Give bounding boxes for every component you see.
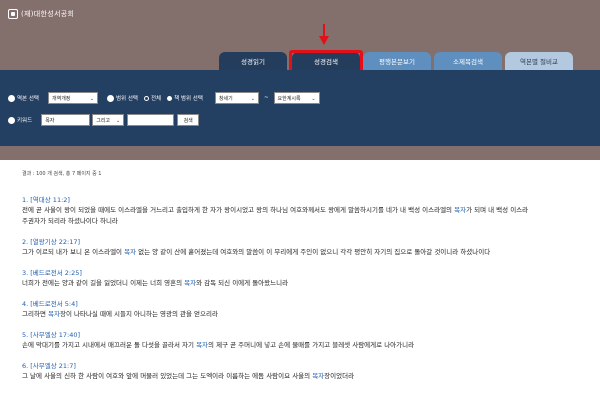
search-button[interactable]: 검색 (177, 114, 200, 126)
radio-book-range[interactable] (167, 95, 173, 101)
chevron-down-icon: ⌄ (311, 96, 316, 102)
result-verse-text: 손에 막대기를 가지고 시내에서 매끄러운 돌 다섯을 골라서 자기 목자의 제… (22, 340, 600, 351)
result-spacer (22, 351, 600, 359)
chevron-down-icon: ⌄ (115, 118, 121, 124)
range-to-value: 요한계시록 (277, 95, 301, 102)
verse-segment: 와 감독 되신 이에게 돌아왔느니라 (196, 279, 289, 287)
verse-segment: 장이 나타나실 때에 시들지 아니하는 영광의 관을 얻으리라 (59, 310, 218, 318)
result-spacer (22, 320, 600, 328)
result-spacer (22, 289, 600, 297)
version-value: 개역개정 (52, 95, 71, 102)
keyword-input-1[interactable]: 목자 (41, 114, 91, 126)
keyword-input-2[interactable] (127, 114, 175, 126)
verse-segment: 주권자가 되리라 하셨나이다 하니라 (22, 217, 118, 225)
operator-select[interactable]: 그리고 ⌄ (92, 114, 125, 126)
range-part-label: 책 범위 선택 (174, 96, 203, 102)
result-verse-text: 주권자가 되리라 하셨나이다 하니라 (22, 216, 600, 227)
result-reference-link[interactable]: 6. [사무엘상 21:7] (22, 359, 600, 371)
range-to-select[interactable]: 요한계시록 ⌄ (273, 92, 320, 104)
result-spacer (22, 382, 600, 390)
result-reference-link[interactable]: 1. [역대상 11:2] (22, 193, 600, 205)
result-reference-link[interactable]: 5. [사무엘상 17:40] (22, 328, 600, 340)
version-label: 역본 선택 (17, 96, 39, 102)
result-verse-text: 그리하면 목자장이 나타나실 때에 시들지 아니하는 영광의 관을 얻으리라 (22, 309, 600, 320)
logo-icon (8, 9, 18, 19)
result-spacer (22, 258, 600, 266)
search-panel: 역본 선택 개역개정 ⌄ 범위 선택 전체 책 범위 선택 창세기 ⌄ ~ 요한… (0, 70, 600, 146)
keyword-highlight[interactable]: 목자 (454, 206, 466, 214)
keyword-label: 키워드 (17, 118, 33, 124)
red-arrow-annotation (319, 24, 329, 46)
verse-segment: 전에 곧 사울이 왕이 되었을 때에도 이스라엘을 거느리고 출입하게 한 자가… (22, 206, 455, 214)
verse-segment: 없는 양 같이 산에 흩어졌는데 여호와의 말씀이 이 무리에게 주인이 없으니… (136, 248, 491, 256)
search-row-version-range: 역본 선택 개역개정 ⌄ 범위 선택 전체 책 범위 선택 창세기 ⌄ ~ 요한… (0, 91, 320, 105)
bullet-icon (8, 116, 15, 124)
verse-segment: 그리하면 (22, 310, 48, 318)
chevron-down-icon: ⌄ (89, 96, 94, 102)
verse-segment: 손에 막대기를 가지고 시내에서 매끄러운 돌 다섯을 골라서 자기 (22, 341, 197, 349)
keyword-highlight[interactable]: 목자 (196, 341, 208, 349)
keyword-highlight[interactable]: 목자 (124, 248, 136, 256)
result-verse-text: 너희가 전에는 양과 같이 길을 잃었더니 이제는 너희 영혼의 목자와 감독 … (22, 278, 600, 289)
keyword-highlight[interactable]: 목자 (312, 372, 324, 380)
site-header: (재)대한성서공회 성경읽기 성경검색 평행본문보기 소제목검색 역본별 절비교 (0, 0, 600, 73)
verse-segment: 그 날에 사울의 신하 한 사람이 여호와 앞에 머물러 있었는데 그는 도엑이… (22, 372, 313, 380)
keyword-highlight[interactable]: 목자 (48, 310, 60, 318)
version-select[interactable]: 개역개정 ⌄ (48, 92, 98, 104)
verse-segment: 장이었더라 (324, 372, 355, 380)
range-all-label: 전체 (151, 96, 162, 102)
tab-parallel-passages[interactable]: 평행본문보기 (363, 52, 431, 70)
result-spacer (22, 227, 600, 235)
range-separator: ~ (263, 95, 269, 101)
range-from-value: 창세기 (218, 95, 233, 102)
result-reference-link[interactable]: 2. [열왕기상 22:17] (22, 235, 600, 247)
radio-all[interactable] (144, 95, 149, 101)
chevron-down-icon: ⌄ (250, 96, 255, 102)
search-row-keyword: 키워드 목자 그리고 ⌄ 검색 (0, 113, 200, 127)
org-name: (재)대한성서공회 (21, 10, 75, 18)
bullet-icon (8, 94, 15, 102)
result-verse-text: 그가 이르되 내가 보니 온 이스라엘이 목자 없는 양 같이 산에 흩어졌는데… (22, 247, 600, 258)
verse-segment: 가 되며 내 백성 이스라 (466, 206, 529, 214)
header-bottom-strip (0, 146, 600, 160)
result-summary: 결과 : 100 개 검색, 총 7 페이지 중 1 (22, 171, 102, 177)
keyword-highlight[interactable]: 목자 (184, 279, 196, 287)
tab-subtitle-search[interactable]: 소제목검색 (434, 52, 502, 70)
result-verse-text: 그 날에 사울의 신하 한 사람이 여호와 앞에 머물러 있었는데 그는 도엑이… (22, 371, 600, 382)
verse-segment: 너희가 전에는 양과 같이 길을 잃었더니 이제는 너희 영혼의 (22, 279, 185, 287)
logo[interactable]: (재)대한성서공회 (8, 9, 74, 19)
result-reference-link[interactable]: 3. [베드로전서 2:25] (22, 266, 600, 278)
verse-segment: 그가 이르되 내가 보니 온 이스라엘이 (22, 248, 125, 256)
range-from-select[interactable]: 창세기 ⌄ (214, 92, 259, 104)
keyword1-value: 목자 (45, 117, 55, 124)
range-label: 범위 선택 (116, 96, 138, 102)
bullet-icon (107, 94, 114, 102)
tab-version-compare[interactable]: 역본별 절비교 (505, 52, 573, 70)
verse-segment: 의 제구 곧 주머니에 넣고 손에 물매를 가지고 블레셋 사람에게로 나아가니… (208, 341, 415, 349)
result-list: 1. [역대상 11:2] 전에 곧 사울이 왕이 되었을 때에도 이스라엘을 거… (22, 193, 600, 390)
tab-bible-reading[interactable]: 성경읽기 (219, 52, 287, 70)
result-verse-text: 전에 곧 사울이 왕이 되었을 때에도 이스라엘을 거느리고 출입하게 한 자가… (22, 205, 600, 216)
operator-value: 그리고 (96, 117, 110, 124)
result-reference-link[interactable]: 4. [베드로전서 5:4] (22, 297, 600, 309)
